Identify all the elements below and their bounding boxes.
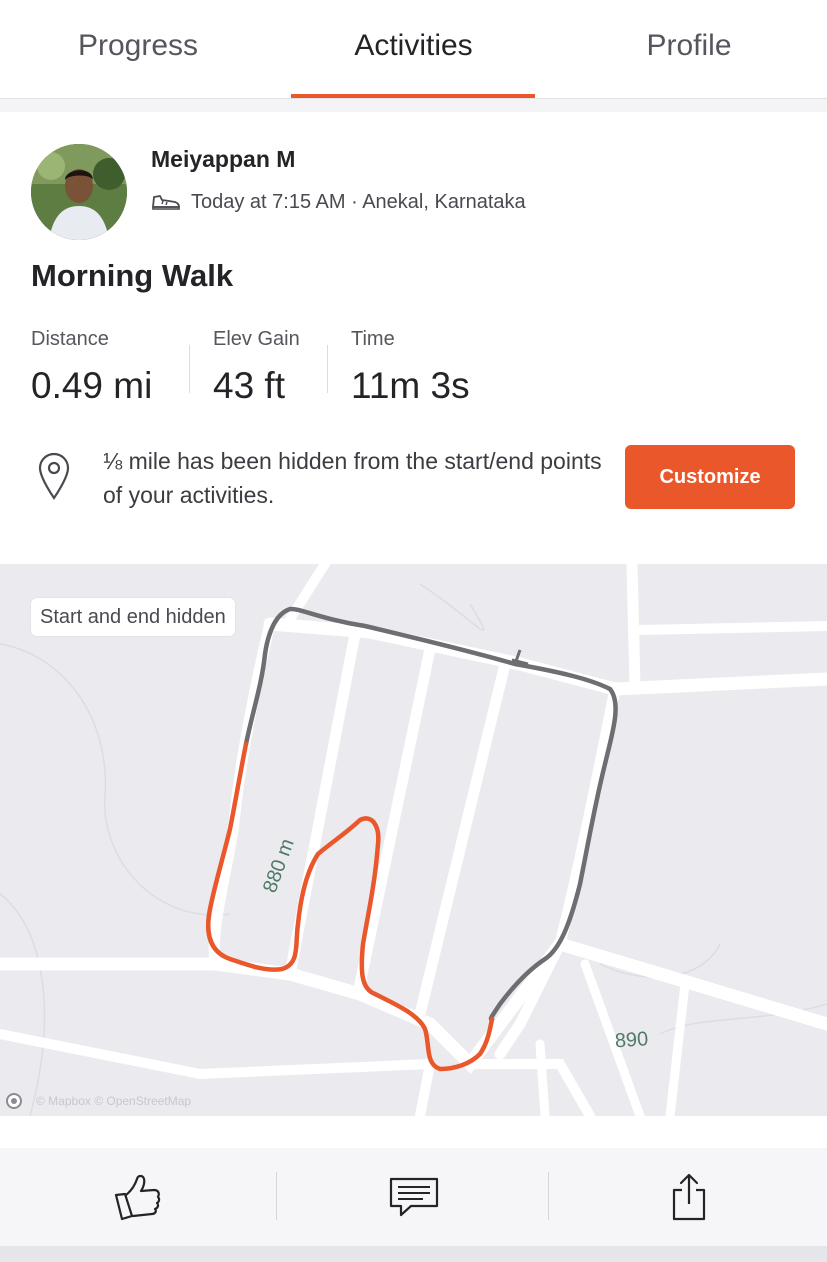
map-canvas: 880 m 890 [0, 564, 827, 1116]
stat-label: Elev Gain [213, 328, 300, 350]
activity-meta: Today at 7:15 AM · Anekal, Karnataka [151, 188, 526, 216]
route-map[interactable]: 880 m 890 Start and end hidden © Mapbox … [0, 564, 827, 1116]
active-tab-indicator [291, 94, 535, 98]
contour-label: 890 [614, 1028, 649, 1052]
privacy-notice-text: ⅛ mile has been hidden from the start/en… [103, 448, 602, 508]
customize-button[interactable]: Customize [625, 445, 795, 509]
tab-profile[interactable]: Profile [551, 0, 827, 99]
stat-label: Distance [31, 328, 109, 350]
section-gap [0, 99, 827, 112]
stat-value: 0.49 mi [31, 365, 153, 406]
map-attribution[interactable]: © Mapbox © OpenStreetMap [6, 1092, 191, 1110]
top-tab-bar: Progress Activities Profile [0, 0, 827, 99]
tab-activities[interactable]: Activities [276, 0, 551, 99]
road-network [0, 564, 827, 1116]
map-privacy-badge: Start and end hidden [31, 598, 235, 636]
thumbs-up-icon [114, 1174, 161, 1221]
athlete-name[interactable]: Meiyappan M [151, 146, 295, 173]
section-gap [0, 1116, 827, 1148]
stat-time: Time 11m 3s [351, 328, 470, 407]
mapbox-logo-icon[interactable] [6, 1093, 22, 1109]
stat-distance: Distance 0.49 mi [31, 328, 152, 407]
walking-shoe-icon [152, 195, 180, 210]
attribution-text[interactable]: © Mapbox © OpenStreetMap [36, 1094, 191, 1108]
stat-value: 11m 3s [351, 365, 470, 406]
stat-label: Time [351, 328, 395, 350]
tab-progress[interactable]: Progress [0, 0, 276, 99]
activity-title[interactable]: Morning Walk [31, 258, 233, 294]
location-pin-icon [38, 452, 70, 500]
kudos-button[interactable] [0, 1148, 276, 1246]
action-divider [548, 1172, 549, 1220]
share-button[interactable] [551, 1148, 827, 1246]
contour-label: 880 m [259, 836, 299, 896]
stat-elevation-gain: Elev Gain 43 ft [213, 328, 300, 407]
contour-lines [0, 583, 827, 1116]
stat-divider [189, 345, 190, 393]
comment-button[interactable] [276, 1148, 552, 1246]
stat-value: 43 ft [213, 365, 285, 406]
athlete-avatar[interactable] [31, 144, 127, 240]
comment-icon [389, 1177, 439, 1217]
activity-action-bar [0, 1148, 827, 1246]
stat-divider [327, 345, 328, 393]
share-icon [672, 1173, 706, 1221]
activity-time-location: Today at 7:15 AM · Anekal, Karnataka [191, 190, 526, 213]
bottom-strip [0, 1246, 827, 1262]
privacy-notice: ⅛ mile has been hidden from the start/en… [31, 440, 801, 520]
